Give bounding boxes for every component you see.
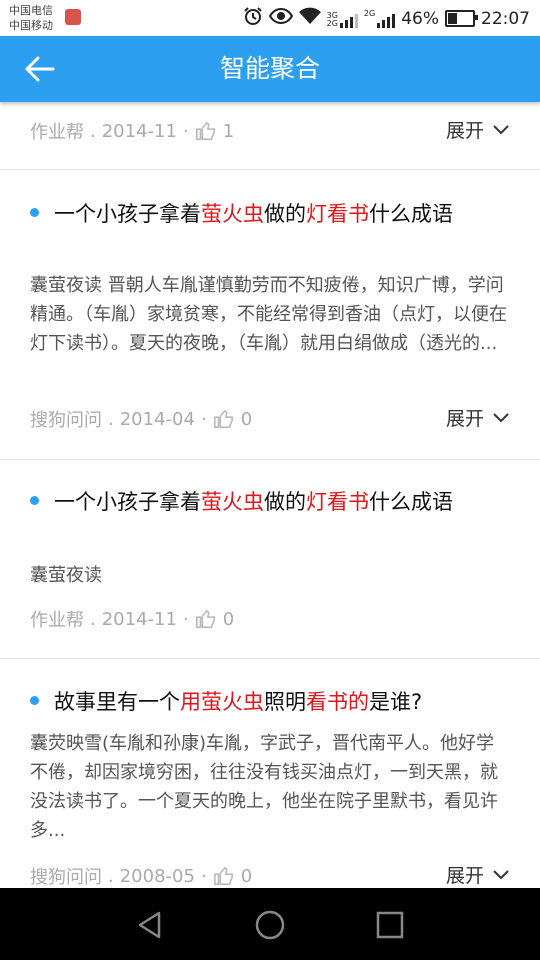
expand-button[interactable]: 展开 (446, 404, 510, 431)
divider (0, 169, 540, 170)
expand-label: 展开 (445, 408, 484, 430)
result-date: 2008-05 (119, 865, 195, 887)
alarm-icon (243, 6, 263, 31)
bullet-dot-icon (30, 207, 39, 217)
title-part: 什么成语 (369, 490, 453, 514)
thumbs-up-icon[interactable] (213, 865, 235, 887)
like-count: 0 (240, 865, 253, 887)
result-meta: 搜狗问问 . 2008-05 · 0 (30, 863, 253, 889)
result-summary: 囊萤夜读 (30, 565, 102, 586)
title-part: 是谁? (369, 690, 423, 714)
title-part: 一个小孩子拿着 (54, 490, 201, 514)
result-date: 2014-04 (119, 408, 195, 430)
circle-home-icon[interactable] (253, 908, 287, 942)
title-highlight: 看书的 (306, 690, 369, 714)
expand-label: 展开 (445, 120, 484, 142)
result-summary: 囊荧映雪(车胤和孙康)车胤，字武子，晋代南平人。他好学不倦，却因家境穷困，往往没… (30, 733, 498, 841)
title-highlight: 用萤火虫 (180, 690, 264, 714)
results-list[interactable]: 作业帮 . 2014-11 · 1 展开 一个小孩子拿着萤火虫做的灯看书什么成语… (0, 102, 540, 888)
signal-icon-2: 2G (363, 8, 396, 28)
square-recents-icon[interactable] (373, 908, 407, 942)
bullet-dot-icon (30, 695, 39, 705)
meta-dot: · (182, 608, 189, 630)
page-title: 智能聚合 (219, 54, 320, 83)
title-part: 做的 (264, 202, 306, 226)
battery-icon (445, 10, 478, 27)
triangle-back-icon[interactable] (133, 908, 167, 942)
carrier-info: 中国电信 中国移动 (9, 3, 53, 33)
result-title[interactable]: 一个小孩子拿着萤火虫做的灯看书什么成语 (30, 486, 510, 519)
result-source: 作业帮 (30, 610, 84, 631)
thumbs-up-icon[interactable] (195, 608, 217, 630)
result-source: 作业帮 (30, 122, 84, 143)
title-part: 做的 (264, 490, 306, 514)
divider (0, 459, 540, 460)
expand-button[interactable]: 展开 (446, 861, 510, 888)
title-part: 什么成语 (369, 202, 453, 226)
meta-dot: · (200, 865, 207, 887)
meta-separator: . (108, 408, 114, 430)
bullet-dot-icon (30, 495, 39, 505)
chevron-down-icon (493, 869, 509, 879)
title-highlight: 灯看书 (306, 490, 369, 514)
wifi-icon (298, 7, 321, 30)
result-summary: 囊萤夜读 晋朝人车胤谨慎勤劳而不知疲倦，知识广博，学问精通。（车胤）家境贫寒，不… (30, 275, 507, 354)
title-highlight: 灯看书 (306, 202, 369, 226)
status-icons: 3G 2G 2G 46% 22:07 (243, 6, 530, 31)
system-nav-bar (0, 888, 540, 960)
title-part: 一个小孩子拿着 (54, 202, 201, 226)
carrier-1: 中国电信 (9, 4, 53, 17)
battery-percent: 46% (401, 8, 439, 29)
like-count: 1 (222, 120, 235, 142)
network-type-label-3: 2G (363, 8, 376, 18)
meta-separator: . (90, 120, 96, 142)
result-title[interactable]: 一个小孩子拿着萤火虫做的灯看书什么成语 (30, 198, 510, 231)
thumbs-up-icon[interactable] (195, 120, 217, 142)
result-date: 2014-11 (101, 608, 177, 630)
expand-button[interactable]: 展开 (446, 116, 510, 143)
clock: 22:07 (481, 8, 530, 29)
title-highlight: 萤火虫 (201, 202, 264, 226)
like-count: 0 (222, 608, 235, 630)
chevron-down-icon (493, 412, 509, 422)
eye-icon (268, 7, 293, 30)
meta-separator: . (90, 608, 96, 630)
title-part: 故事里有一个 (54, 690, 180, 714)
result-source: 搜狗问问 (30, 867, 102, 888)
result-date: 2014-11 (101, 120, 177, 142)
result-title[interactable]: 故事里有一个用萤火虫照明看书的是谁? (30, 686, 510, 719)
meta-dot: · (182, 120, 189, 142)
title-highlight: 萤火虫 (201, 490, 264, 514)
expand-label: 展开 (445, 865, 484, 887)
thumbs-up-icon[interactable] (213, 408, 235, 430)
chevron-down-icon (493, 124, 509, 134)
result-source: 搜狗问问 (30, 410, 102, 431)
title-part: 照明 (264, 690, 306, 714)
result-meta: 作业帮 . 2014-11 · 0 (30, 606, 234, 632)
meta-dot: · (200, 408, 207, 430)
like-count: 0 (240, 408, 253, 430)
status-bar: 中国电信 中国移动 3G 2G 2G 46% 22:07 (0, 0, 540, 36)
app-bar: 智能聚合 (0, 36, 540, 102)
signal-icon-1: 3G 2G (327, 10, 358, 28)
network-type-label-2: 2G (326, 18, 338, 28)
app-notification-icon (65, 9, 81, 25)
divider (0, 658, 540, 659)
result-meta: 作业帮 . 2014-11 · 1 (30, 118, 234, 144)
result-meta: 搜狗问问 . 2014-04 · 0 (30, 406, 252, 432)
carrier-2: 中国移动 (9, 19, 53, 32)
meta-separator: . (108, 865, 114, 887)
